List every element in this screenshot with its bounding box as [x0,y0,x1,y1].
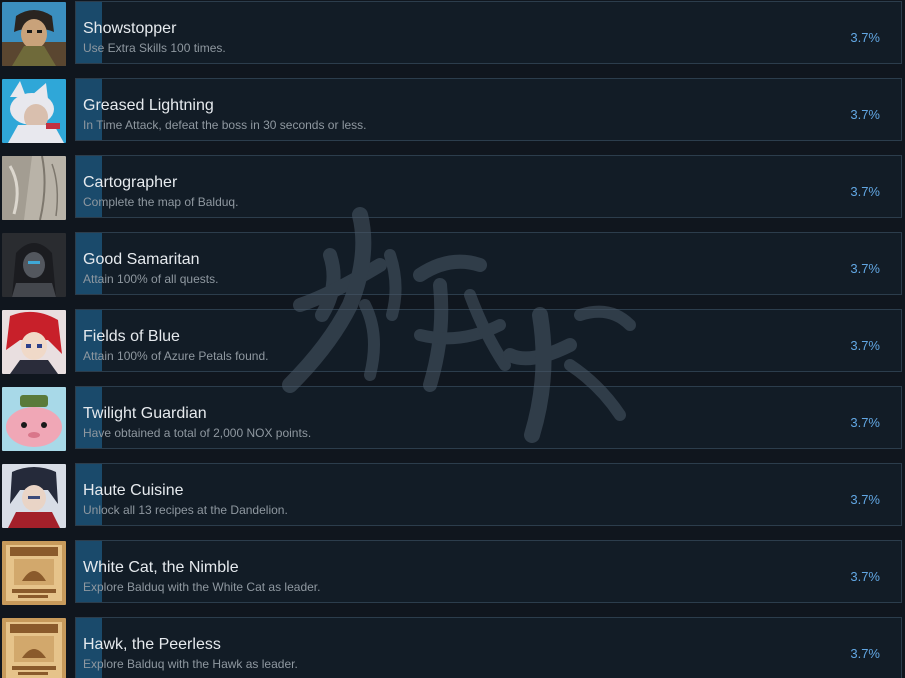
swordsman-portrait-icon [2,2,66,66]
achievement-percent: 3.7% [850,646,880,661]
achievement-percent: 3.7% [850,184,880,199]
achievement-title: Twilight Guardian [83,405,207,422]
white-cat-girl-portrait-icon [2,79,66,143]
wanted-poster-icon [2,541,66,605]
achievement-title: Haute Cuisine [83,482,184,499]
achievement-percent: 3.7% [850,415,880,430]
achievement-description: Attain 100% of Azure Petals found. [83,349,269,363]
achievement-list: Showstopper Use Extra Skills 100 times. … [0,0,905,678]
achievement-card: Fields of Blue Attain 100% of Azure Peta… [75,309,902,372]
achievement-description: Use Extra Skills 100 times. [83,41,226,55]
achievement-title: Hawk, the Peerless [83,636,221,653]
achievement-title: Good Samaritan [83,251,200,268]
achievement-card: White Cat, the Nimble Explore Balduq wit… [75,540,902,603]
achievement-card: Haute Cuisine Unlock all 13 recipes at t… [75,463,902,526]
achievement-description: Explore Balduq with the Hawk as leader. [83,657,298,671]
achievement-card: Good Samaritan Attain 100% of all quests… [75,232,902,295]
achievement-title: Cartographer [83,174,178,191]
achievement-title: White Cat, the Nimble [83,559,239,576]
achievement-description: Complete the map of Balduq. [83,195,239,209]
achievement-card: Cartographer Complete the map of Balduq.… [75,155,902,218]
achievement-row[interactable]: Twilight Guardian Have obtained a total … [0,386,905,452]
hooded-figure-portrait-icon [2,233,66,297]
achievement-row[interactable]: Showstopper Use Extra Skills 100 times. … [0,1,905,67]
achievement-row[interactable]: Greased Lightning In Time Attack, defeat… [0,78,905,144]
achievement-title: Showstopper [83,20,177,37]
achievement-row[interactable]: Fields of Blue Attain 100% of Azure Peta… [0,309,905,375]
achievement-row[interactable]: Good Samaritan Attain 100% of all quests… [0,232,905,298]
achievement-card: Greased Lightning In Time Attack, defeat… [75,78,902,141]
achievement-card: Hawk, the Peerless Explore Balduq with t… [75,617,902,678]
achievement-title: Fields of Blue [83,328,180,345]
achievement-description: Explore Balduq with the White Cat as lea… [83,580,321,594]
dark-haired-boy-portrait-icon [2,464,66,528]
old-map-icon [2,156,66,220]
achievement-title: Greased Lightning [83,97,214,114]
achievement-percent: 3.7% [850,107,880,122]
pink-creature-icon [2,387,66,451]
achievement-description: In Time Attack, defeat the boss in 30 se… [83,118,367,132]
achievement-row[interactable]: White Cat, the Nimble Explore Balduq wit… [0,540,905,606]
achievement-description: Have obtained a total of 2,000 NOX point… [83,426,312,440]
achievement-card: Twilight Guardian Have obtained a total … [75,386,902,449]
achievement-row[interactable]: Haute Cuisine Unlock all 13 recipes at t… [0,463,905,529]
achievement-percent: 3.7% [850,569,880,584]
achievement-percent: 3.7% [850,492,880,507]
achievement-description: Unlock all 13 recipes at the Dandelion. [83,503,288,517]
wanted-poster-icon [2,618,66,678]
achievement-card: Showstopper Use Extra Skills 100 times. … [75,1,902,64]
achievement-percent: 3.7% [850,261,880,276]
achievement-percent: 3.7% [850,338,880,353]
achievement-percent: 3.7% [850,30,880,45]
achievement-description: Attain 100% of all quests. [83,272,219,286]
achievement-row[interactable]: Cartographer Complete the map of Balduq.… [0,155,905,221]
achievement-row[interactable]: Hawk, the Peerless Explore Balduq with t… [0,617,905,678]
red-haired-girl-portrait-icon [2,310,66,374]
